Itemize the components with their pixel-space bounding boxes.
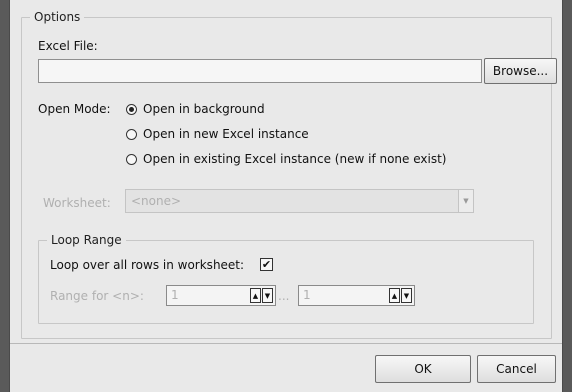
open-mode-background-radio[interactable]: Open in background — [126, 102, 265, 116]
footer-separator — [10, 343, 562, 344]
ok-button-label: OK — [414, 362, 432, 376]
loop-all-rows-checkbox[interactable]: ✔ — [260, 258, 273, 271]
open-mode-label: Open Mode: — [38, 102, 111, 116]
worksheet-label: Worksheet: — [43, 196, 111, 210]
open-mode-existing-instance-label: Open in existing Excel instance (new if … — [143, 152, 447, 166]
range-to-spinbox[interactable]: 1 ▲ ▼ — [298, 285, 415, 306]
spin-up-icon[interactable]: ▲ — [389, 288, 400, 303]
spin-down-icon[interactable]: ▼ — [262, 288, 273, 303]
range-from-spin-buttons: ▲ ▼ — [250, 288, 273, 303]
spin-up-icon[interactable]: ▲ — [250, 288, 261, 303]
open-mode-new-instance-label: Open in new Excel instance — [143, 127, 309, 141]
open-mode-new-instance-radio[interactable]: Open in new Excel instance — [126, 127, 309, 141]
ok-button[interactable]: OK — [375, 355, 471, 383]
worksheet-select[interactable]: <none> ▼ — [125, 189, 474, 213]
range-to-value: 1 — [303, 288, 311, 302]
cancel-button[interactable]: Cancel — [477, 355, 556, 383]
browse-button-label: Browse... — [492, 64, 549, 78]
spin-down-icon[interactable]: ▼ — [401, 288, 412, 303]
options-dialog: Options Excel File: Browse... Open Mode:… — [9, 0, 563, 392]
excel-file-label: Excel File: — [38, 39, 98, 53]
radio-unselected-icon — [126, 153, 137, 165]
chevron-down-icon[interactable]: ▼ — [458, 190, 473, 212]
options-legend: Options — [30, 10, 85, 24]
range-separator: ... — [278, 289, 290, 303]
loop-all-rows-label: Loop over all rows in worksheet: — [50, 258, 245, 272]
open-mode-existing-instance-radio[interactable]: Open in existing Excel instance (new if … — [126, 152, 446, 166]
radio-selected-icon — [126, 103, 137, 115]
loop-range-legend: Loop Range — [47, 233, 126, 247]
loop-range-group: Loop Range — [38, 233, 534, 324]
radio-unselected-icon — [126, 128, 137, 140]
range-for-label: Range for <n>: — [50, 289, 144, 303]
browse-button[interactable]: Browse... — [484, 58, 557, 84]
worksheet-select-value: <none> — [131, 194, 182, 208]
excel-file-input[interactable] — [38, 59, 482, 83]
range-from-spinbox[interactable]: 1 ▲ ▼ — [166, 285, 276, 306]
range-from-value: 1 — [171, 288, 179, 302]
cancel-button-label: Cancel — [496, 362, 537, 376]
open-mode-background-label: Open in background — [143, 102, 265, 116]
range-to-spin-buttons: ▲ ▼ — [389, 288, 412, 303]
